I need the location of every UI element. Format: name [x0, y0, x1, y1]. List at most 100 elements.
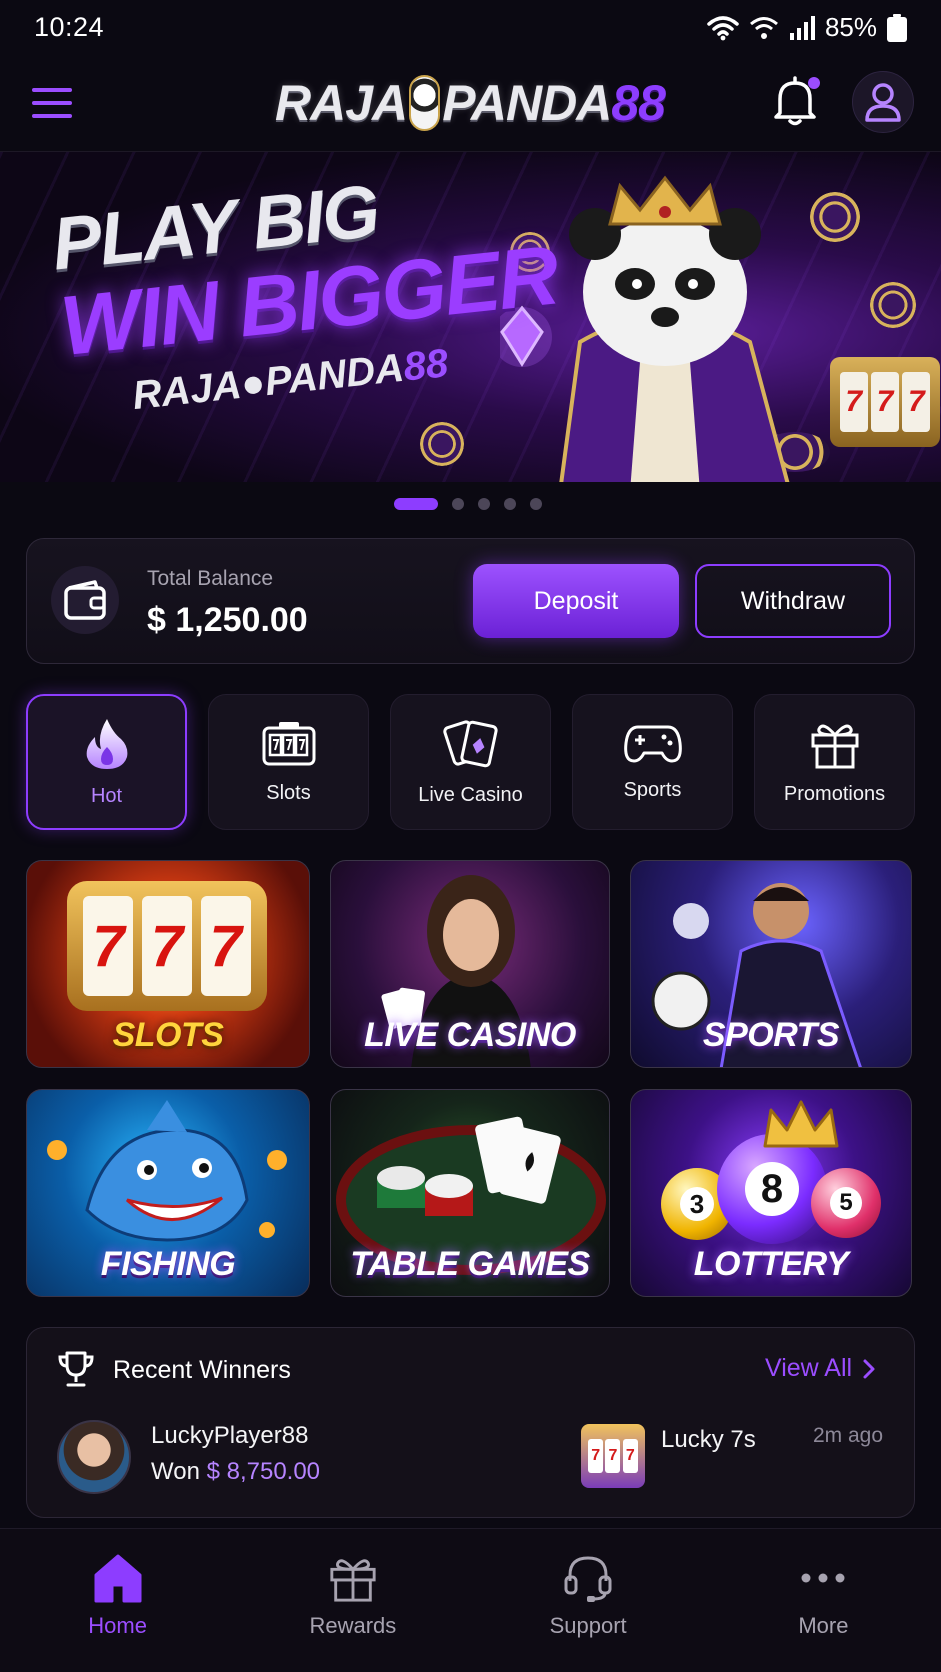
casino-chip-icon [870, 282, 916, 328]
logo-text-raja: RAJA [275, 75, 408, 131]
banner-brand-panda: PANDA [262, 345, 406, 405]
deposit-button[interactable]: Deposit [473, 564, 679, 638]
game-tile-sports[interactable]: SPORTS [630, 860, 912, 1068]
recent-winners-title: Recent Winners [113, 1356, 291, 1384]
winner-name: LuckyPlayer88 [151, 1422, 309, 1449]
slot-reel: 7 [83, 896, 134, 996]
panda-logo-icon [409, 75, 441, 131]
game-tile-live-casino[interactable]: LIVE CASINO [330, 860, 610, 1068]
nav-more[interactable]: More [706, 1529, 941, 1672]
brand-logo[interactable]: RAJA PANDA 88 [275, 67, 666, 139]
pagination-dot[interactable] [504, 498, 516, 510]
nav-support[interactable]: Support [471, 1529, 706, 1672]
game-tile-fishing[interactable]: FISHING [26, 1089, 310, 1297]
category-tab-slots[interactable]: Slots [208, 694, 369, 830]
slot-reel: 7 [870, 372, 899, 432]
recent-winners-card: Recent Winners View All LuckyPlayer88 Wo… [26, 1327, 915, 1518]
withdraw-button[interactable]: Withdraw [695, 564, 891, 638]
game-tile-label: FISHING [100, 1245, 236, 1283]
chevron-right-icon [863, 1359, 875, 1378]
category-label: Sports [623, 778, 682, 801]
battery-icon [887, 13, 907, 42]
nav-label: Home [88, 1613, 147, 1638]
gift-icon [811, 724, 858, 768]
more-dots-icon [801, 1573, 845, 1583]
winner-game-thumbnail[interactable]: 7 7 7 [581, 1424, 645, 1488]
slot-reel: 7 [141, 896, 192, 996]
pagination-dot-active[interactable] [394, 498, 438, 510]
game-tile-label: TABLE GAMES [350, 1245, 590, 1283]
category-label: Hot [90, 784, 123, 807]
balance-amount: $ 1,250.00 [147, 601, 308, 639]
slot-machine-icon [262, 721, 315, 765]
category-tab-sports[interactable]: Sports [572, 694, 733, 830]
banner-brand-raja: RAJA [130, 362, 244, 419]
lottery-ball-8: 8 [717, 1134, 827, 1244]
balance-label: Total Balance [147, 567, 274, 590]
winner-won: Won $ 8,750.00 [151, 1458, 320, 1486]
winner-game-name: Lucky 7s [661, 1426, 756, 1453]
menu-icon-bar [32, 88, 72, 92]
promo-banner[interactable]: 7 7 7 PLAY BIG WIN BIGGER RAJA●PANDA88 [0, 152, 941, 482]
game-tiles: 7 7 7 SLOTS LIVE CASINO SPORTS FISHING T… [26, 860, 915, 1298]
cellular-signal-icon [789, 15, 815, 40]
slot-machine-illustration: 7 7 7 [830, 357, 940, 447]
pagination-dot[interactable] [530, 498, 542, 510]
category-tab-promotions[interactable]: Promotions [754, 694, 915, 830]
game-tile-lottery[interactable]: 3 8 5 LOTTERY [630, 1089, 912, 1297]
balance-card: Total Balance $ 1,250.00 Deposit Withdra… [26, 538, 915, 664]
logo-text-panda: PANDA [442, 75, 612, 131]
slot-reel: 7 [605, 1439, 621, 1473]
trophy-icon [58, 1351, 94, 1387]
game-tile-label: LOTTERY [693, 1245, 849, 1283]
winner-amount: $ 8,750.00 [206, 1458, 321, 1485]
game-tile-slots[interactable]: 7 7 7 SLOTS [26, 860, 310, 1068]
flame-icon [86, 718, 127, 769]
status-time: 10:24 [34, 12, 105, 42]
notifications-button[interactable] [772, 75, 824, 131]
game-tile-label: SPORTS [702, 1016, 840, 1054]
battery-percent: 85% [824, 12, 877, 42]
home-icon [94, 1554, 142, 1603]
menu-icon-bar [32, 101, 72, 105]
casino-chip-icon [420, 422, 464, 466]
banner-headline: PLAY BIG WIN BIGGER RAJA●PANDA88 [48, 152, 567, 426]
menu-icon-bar [32, 114, 72, 118]
game-tile-table-games[interactable]: TABLE GAMES [330, 1089, 610, 1297]
category-tab-live-casino[interactable]: Live Casino [390, 694, 551, 830]
game-tile-label: LIVE CASINO [364, 1016, 576, 1054]
slot-reels-illustration: 7 7 7 [67, 881, 267, 1011]
category-tabs: Hot Slots Live Casino Sports Promotions [26, 694, 915, 830]
banner-brand-88: 88 [401, 341, 451, 390]
winner-avatar [57, 1420, 131, 1494]
logo-text-88: 88 [611, 75, 666, 131]
nav-home[interactable]: Home [0, 1529, 235, 1672]
nav-label: Rewards [309, 1613, 397, 1638]
view-all-link[interactable]: View All [765, 1354, 876, 1383]
wallet-icon [51, 566, 119, 634]
category-label: Promotions [783, 782, 886, 805]
category-label: Live Casino [418, 783, 523, 806]
gamepad-icon [623, 725, 682, 762]
category-tab-hot[interactable]: Hot [26, 694, 187, 830]
slot-reel: 7 [200, 896, 251, 996]
pagination-dot[interactable] [478, 498, 490, 510]
cards-icon [442, 719, 498, 767]
user-icon [865, 83, 901, 122]
winner-time: 2m ago [813, 1424, 884, 1447]
winner-won-prefix: Won [151, 1458, 200, 1485]
view-all-label: View All [765, 1354, 853, 1382]
game-tile-label: SLOTS [112, 1016, 224, 1054]
profile-button[interactable] [852, 71, 914, 133]
slot-reel: 7 [902, 372, 931, 432]
nav-rewards[interactable]: Rewards [235, 1529, 470, 1672]
pagination-dot[interactable] [452, 498, 464, 510]
nav-label: More [798, 1613, 849, 1638]
status-bar: 10:24 85% [0, 0, 941, 55]
wifi-icon [707, 15, 739, 40]
nav-label: Support [549, 1613, 627, 1638]
menu-button[interactable] [30, 83, 74, 123]
notification-badge [808, 77, 820, 89]
gift-icon [330, 1559, 376, 1602]
slot-reel: 7 [622, 1439, 638, 1473]
